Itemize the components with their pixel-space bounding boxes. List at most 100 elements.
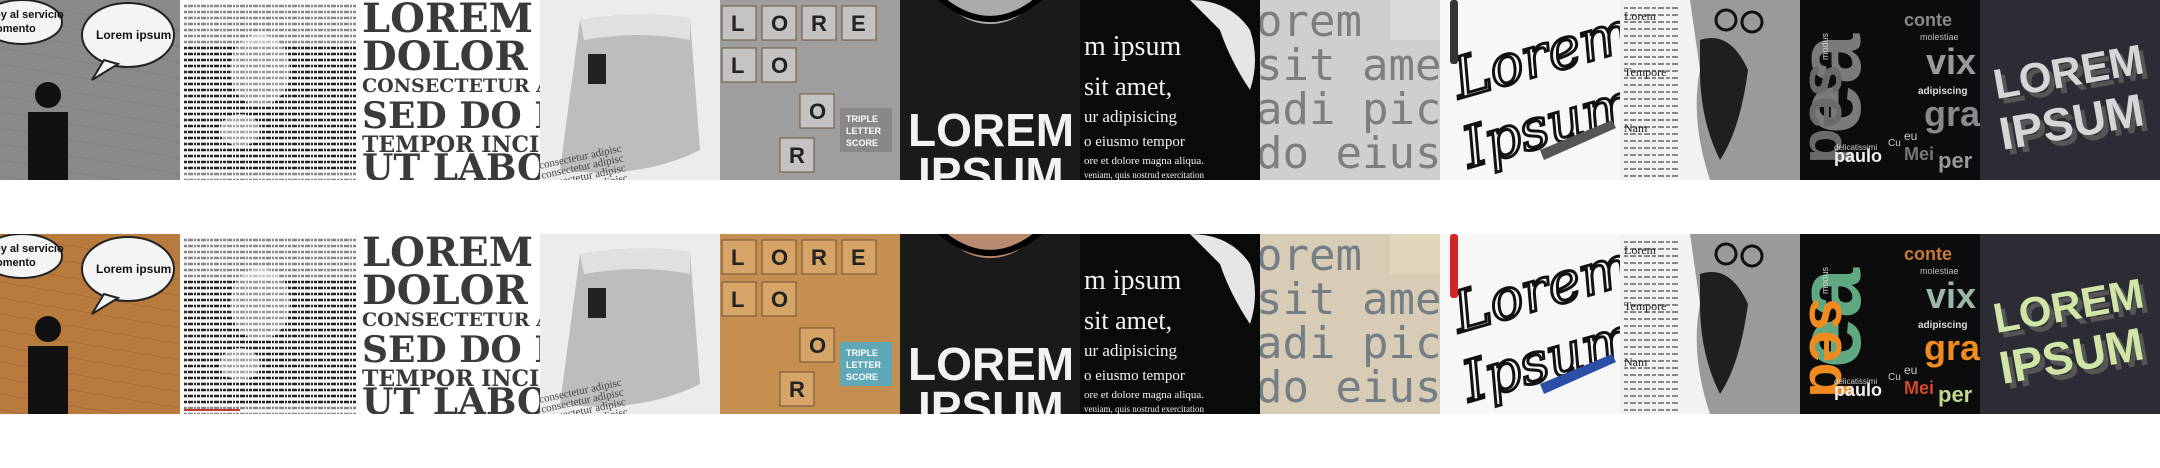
image-strip-color: oy al servicio omento Lorem ipsum LOREMDOLO… — [0, 234, 2160, 414]
tile-speech-bubble[interactable]: oy al servicio omento Lorem ipsum — [0, 234, 180, 414]
tile-typography-poster[interactable]: ea sed conte molestiae vix adipiscing gra eu pau… — [1800, 0, 1980, 180]
tile-text: ur adipisicing — [1084, 341, 1178, 360]
tile-script-lettering[interactable]: Lorem Ipsum — [1440, 234, 1620, 414]
tile-text: Nam — [1624, 355, 1648, 369]
tile-text: Tempore — [1624, 299, 1666, 313]
tile-text: omento — [0, 23, 36, 35]
tile-text: Lorem — [1624, 9, 1657, 23]
tile-text: Cu — [1888, 372, 1901, 383]
tile-text: TRIPLE — [846, 348, 878, 358]
tile-text: per — [1938, 382, 1973, 407]
tile-speech-bubble[interactable]: oy al servicio omento Lorem ipsum — [0, 0, 180, 180]
tile-text: CONSECTETUR ADIP — [362, 309, 540, 331]
tile-block-letters[interactable]: LOREMDOLORCONSECTETUR ADIPSED DO ETEMPOR… — [360, 0, 540, 180]
tile-text: veniam, quis nostrud exercitation — [1084, 404, 1204, 414]
tile-text: L — [731, 11, 744, 36]
tile-typewriter[interactable]: oremsit ametadi picido eius — [1260, 234, 1440, 414]
tile-text: per — [1938, 148, 1973, 173]
tile-text: O — [809, 99, 826, 124]
image-strip-grayscale: oy al servicio omento Lorem ipsum LOREMDOLO… — [0, 0, 2160, 180]
tile-text: SCORE — [846, 372, 878, 382]
tile-text: sit amet, — [1084, 306, 1172, 335]
tile-text: E — [851, 245, 866, 270]
tile-metal-cuff[interactable]: consectetur adipisc consectetur adipisc co… — [540, 0, 720, 180]
tile-text: L — [731, 245, 744, 270]
tile-text: m ipsum — [1084, 265, 1181, 296]
tile-text: E — [851, 11, 866, 36]
tile-tshirt[interactable]: LOREM IPSUM — [900, 0, 1080, 180]
tile-sticker[interactable]: m ipsum sit amet, ur adipisicing o eiusmo t… — [1080, 0, 1260, 180]
tile-text: SCORE — [846, 138, 878, 148]
tile-text: ore et dolore magna aliqua. — [1084, 155, 1204, 167]
tile-script-lettering[interactable]: Lorem Ipsum — [1440, 0, 1620, 180]
tile-text: UT LABOR — [362, 381, 540, 414]
tile-text: O — [809, 333, 826, 358]
tile-metal-cuff[interactable]: consectetur adipisc consectetur adipisc co… — [540, 234, 720, 414]
tile-text: IPSUM — [918, 382, 1064, 414]
tile-3d-logo[interactable]: LOREM LOREM IPSUM IPSUM — [1980, 0, 2160, 180]
tile-text: UT LABOR — [362, 147, 540, 180]
tile-text: delicatissimi — [1834, 143, 1877, 152]
tile-text: DOLOR — [362, 33, 529, 80]
tile-tshirt[interactable]: LOREM IPSUM — [900, 234, 1080, 414]
tile-text: o eiusmo tempor — [1084, 134, 1185, 150]
tile-typography-poster[interactable]: ea sed conte molestiae vix adipiscing gra eu pau… — [1800, 234, 1980, 414]
tile-text: DOLOR — [362, 267, 529, 314]
tile-text: Mei — [1904, 144, 1934, 164]
tile-text: eu — [1904, 363, 1917, 377]
tile-text: O — [771, 287, 788, 312]
tile-text: R — [811, 11, 827, 36]
tile-text: R — [789, 377, 805, 402]
tile-3d-logo[interactable]: LOREM LOREM IPSUM IPSUM — [1980, 234, 2160, 414]
tile-text: O — [771, 53, 788, 78]
tile-text: delicatissimi — [1834, 377, 1877, 386]
tile-text: Nam — [1624, 121, 1648, 135]
tile-text: Tempore — [1624, 65, 1666, 79]
tile-text: do eius — [1260, 128, 1440, 179]
tile-text: conte — [1904, 10, 1952, 30]
tile-text: oy al servicio — [0, 9, 64, 21]
tile-text: do eius — [1260, 362, 1440, 413]
tile-text: LETTER — [846, 126, 881, 136]
tile-sticker[interactable]: m ipsum sit amet, ur adipisicing o eiusmo t… — [1080, 234, 1260, 414]
tile-text: omento — [0, 257, 36, 269]
tile-text: LETTER — [846, 360, 881, 370]
tile-text: IPSUM — [918, 148, 1064, 180]
tile-text: SED DO E — [362, 95, 540, 137]
tile-text: oy al servicio — [0, 243, 64, 255]
tile-text: TRIPLE — [846, 114, 878, 124]
tile-text: o eiusmo tempor — [1084, 368, 1185, 384]
tile-text: ur adipisicing — [1084, 107, 1178, 126]
tile-text: gra — [1924, 327, 1980, 368]
tile-text: O — [771, 11, 788, 36]
tile-text: Mei — [1904, 378, 1934, 398]
tile-text: R — [811, 245, 827, 270]
tile-typewriter[interactable]: oremsit ametadi picido eius — [1260, 0, 1440, 180]
tile-text: gra — [1924, 93, 1980, 134]
tile-text: m ipsum — [1084, 31, 1181, 62]
tile-text: ore et dolore magna aliqua. — [1084, 389, 1204, 401]
tile-text: Cu — [1888, 138, 1901, 149]
tile-newspaper-figure[interactable]: Lorem Tempore Nam — [1620, 234, 1800, 414]
tile-text: CONSECTETUR ADIP — [362, 75, 540, 97]
tile-text: Lorem ipsum — [96, 262, 171, 276]
tile-text: modus — [1820, 266, 1830, 294]
tile-text: Lorem ipsum — [96, 28, 171, 42]
tile-text: modus — [1820, 32, 1830, 60]
tile-text: vix — [1926, 275, 1976, 316]
tile-block-letters[interactable]: LOREMDOLORCONSECTETUR ADIPSED DO ETEMPOR… — [360, 234, 540, 414]
tile-text: L — [731, 53, 744, 78]
tile-text-portrait[interactable] — [180, 0, 360, 180]
tile-text: conte — [1904, 244, 1952, 264]
tile-text: SED DO E — [362, 329, 540, 371]
tile-text: eu — [1904, 129, 1917, 143]
tile-text: O — [771, 245, 788, 270]
tile-scrabble[interactable]: L O R E L O O R TRIPLE LETTER SCORE — [720, 0, 900, 180]
tile-newspaper-figure[interactable]: Lorem Tempore Nam — [1620, 0, 1800, 180]
tile-text: sit amet, — [1084, 72, 1172, 101]
tile-text: veniam, quis nostrud exercitation — [1084, 170, 1204, 180]
tile-text: L — [731, 287, 744, 312]
tile-text: vix — [1926, 41, 1976, 82]
tile-text-portrait[interactable] — [180, 234, 360, 414]
tile-scrabble[interactable]: L O R E L O O R TRIPLE LETTER SCORE — [720, 234, 900, 414]
